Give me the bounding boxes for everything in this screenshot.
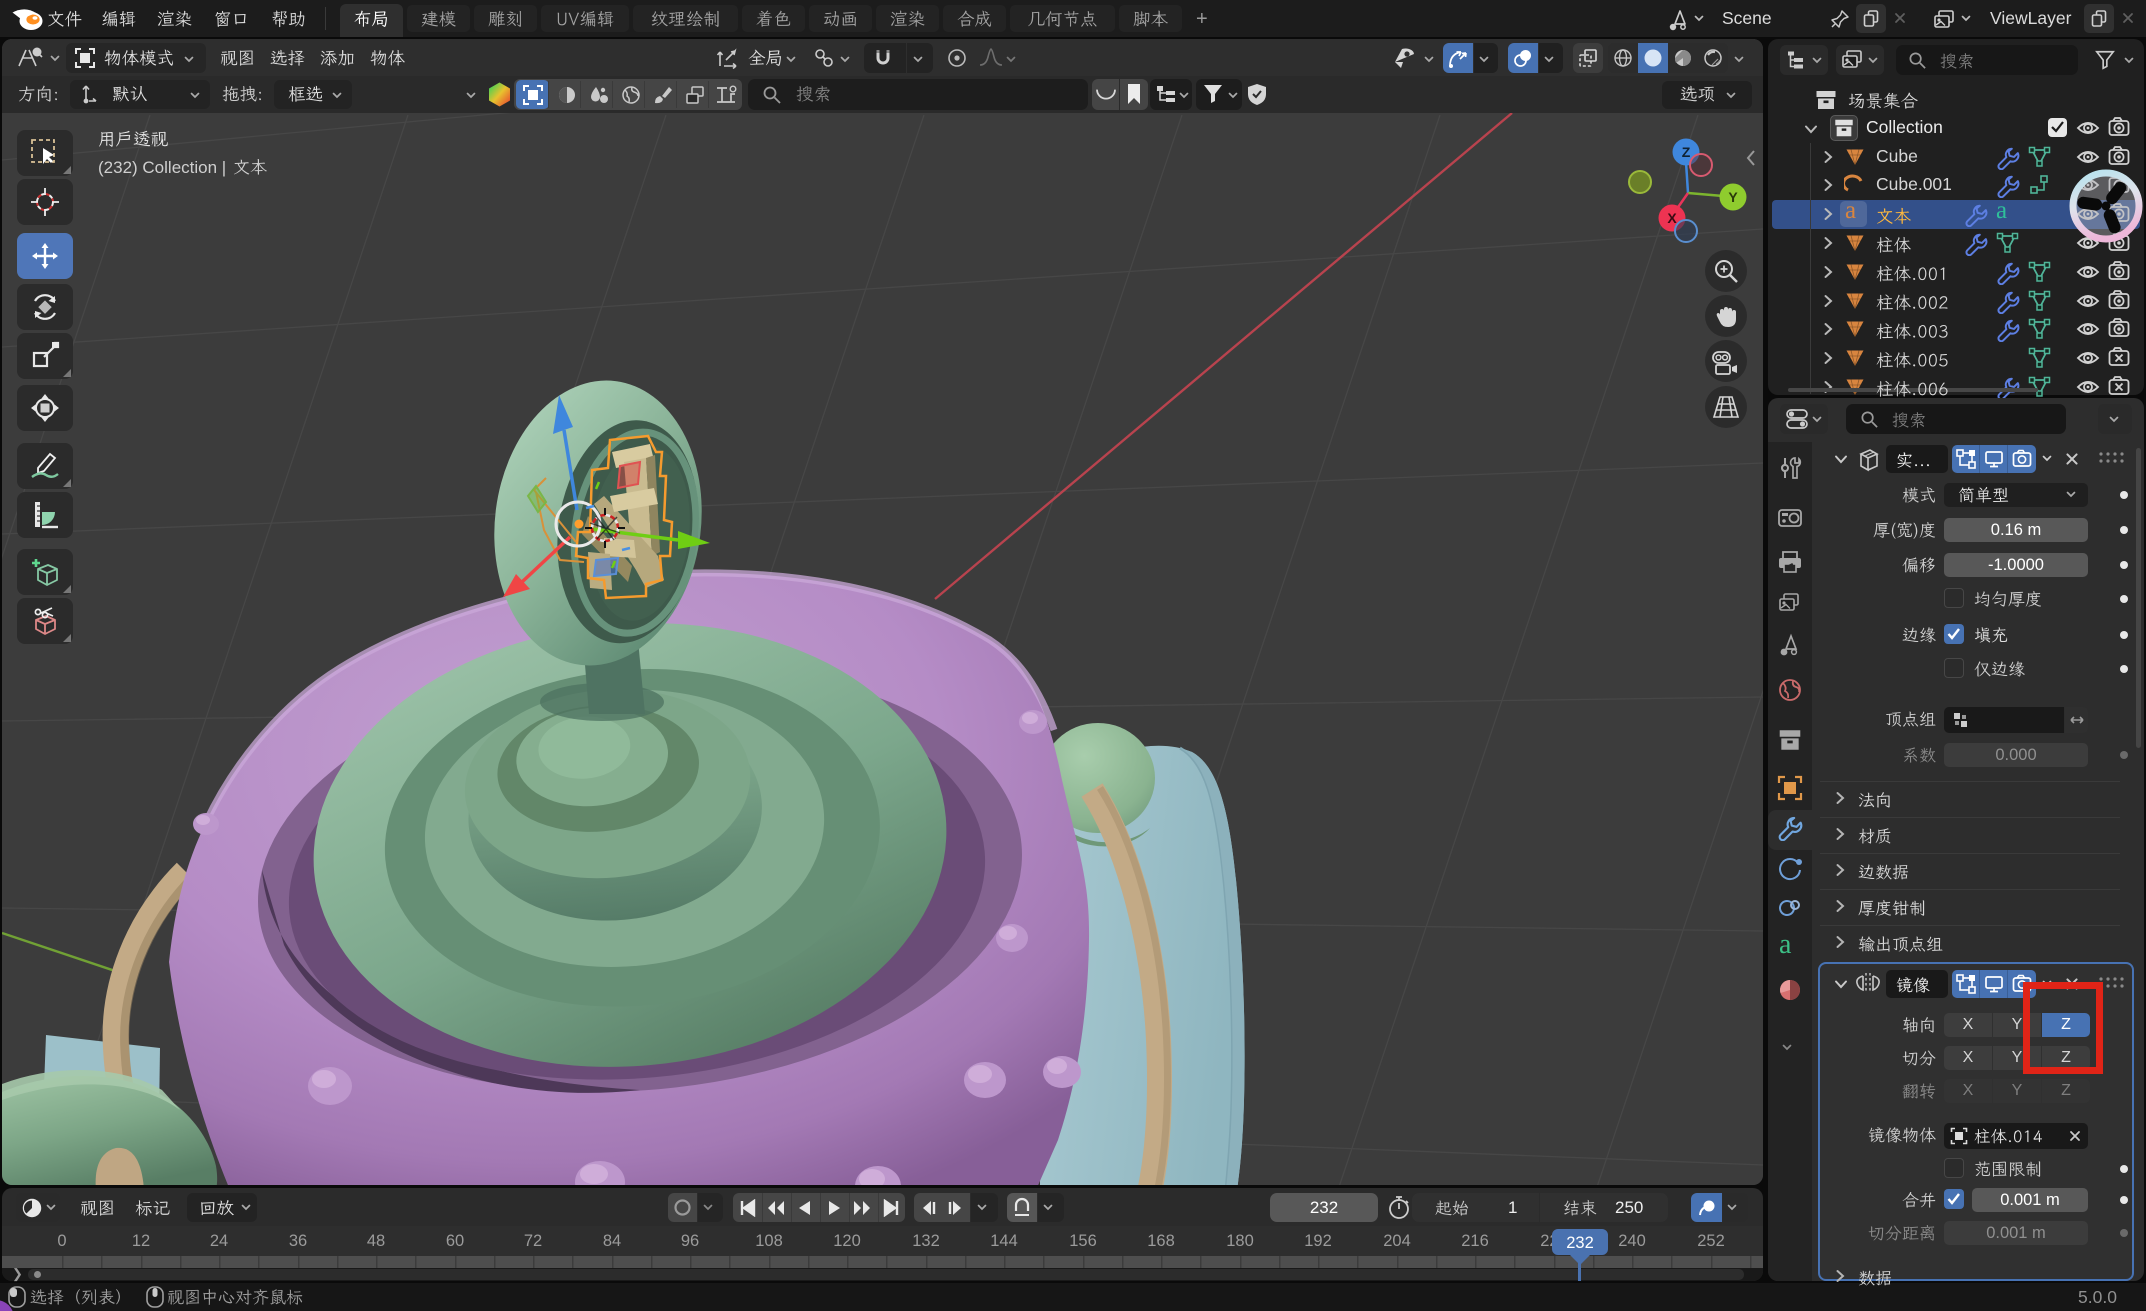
svg-text:Y: Y xyxy=(1728,189,1738,205)
svg-text:Z: Z xyxy=(1682,144,1691,160)
svg-text:X: X xyxy=(1667,210,1677,226)
